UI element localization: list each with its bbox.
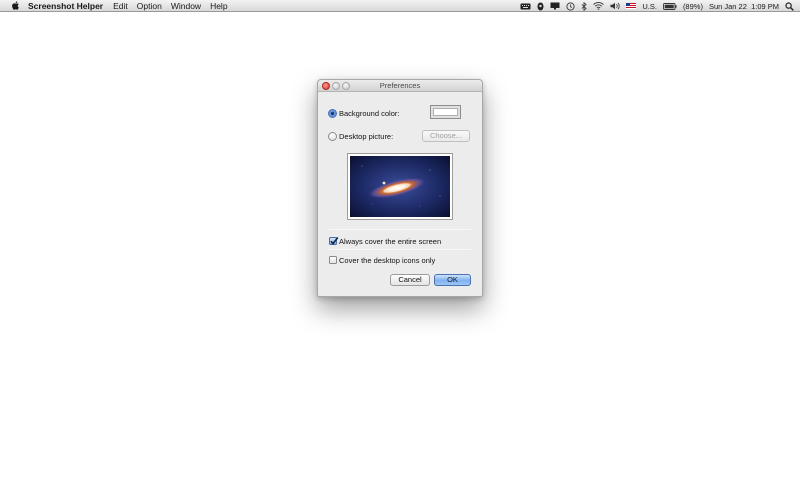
galaxy-wallpaper-image	[350, 156, 450, 217]
preferences-window: Preferences Background color: Desktop pi…	[317, 79, 483, 297]
window-title: Preferences	[379, 81, 421, 90]
menu-extras: U.S. (89%) Sun Jan 22 1:09 PM	[520, 0, 794, 12]
separator	[329, 229, 471, 230]
menu-help[interactable]: Help	[210, 1, 227, 11]
time-machine-icon[interactable]	[566, 1, 575, 11]
volume-icon[interactable]	[610, 1, 620, 11]
cover-desktop-icons-label: Cover the desktop icons only	[339, 256, 436, 265]
clock[interactable]: Sun Jan 22 1:09 PM	[709, 2, 779, 11]
desktop-picture-preview	[347, 153, 453, 220]
background-color-radio[interactable]	[328, 109, 337, 118]
background-color-label: Background color:	[339, 109, 400, 118]
desktop-picture-label: Desktop picture:	[339, 132, 394, 141]
evernote-icon[interactable]	[537, 1, 544, 11]
input-source-label[interactable]: U.S.	[642, 2, 657, 11]
ok-button[interactable]: OK	[434, 274, 471, 286]
apple-logo-icon[interactable]	[11, 1, 20, 11]
always-cover-checkbox[interactable]	[329, 237, 339, 245]
battery-icon[interactable]	[662, 1, 677, 11]
bluetooth-icon[interactable]	[581, 1, 587, 11]
display-icon[interactable]	[550, 1, 560, 11]
separator	[329, 249, 471, 250]
desktop-picture-radio[interactable]	[328, 132, 337, 141]
cancel-button[interactable]: Cancel	[390, 274, 430, 286]
menu-window[interactable]: Window	[171, 1, 201, 11]
window-titlebar[interactable]: Preferences	[318, 80, 482, 92]
spotlight-search-icon[interactable]	[785, 1, 794, 11]
wifi-icon[interactable]	[593, 1, 605, 11]
battery-percent[interactable]: (89%)	[683, 2, 703, 11]
background-color-well[interactable]	[430, 105, 461, 119]
always-cover-label: Always cover the entire screen	[339, 237, 442, 246]
cover-desktop-icons-checkbox[interactable]	[329, 256, 337, 264]
menu-edit[interactable]: Edit	[113, 1, 128, 11]
background-color-swatch	[433, 108, 458, 116]
menu-option[interactable]: Option	[137, 1, 162, 11]
menu-bar: Screenshot Helper Edit Option Window Hel…	[0, 0, 800, 12]
keyboard-icon[interactable]	[520, 1, 531, 11]
choose-picture-button[interactable]: Choose...	[422, 130, 470, 142]
checkmark-icon	[330, 237, 339, 245]
us-flag-icon[interactable]	[626, 1, 637, 11]
menu-app-name[interactable]: Screenshot Helper	[28, 1, 103, 11]
